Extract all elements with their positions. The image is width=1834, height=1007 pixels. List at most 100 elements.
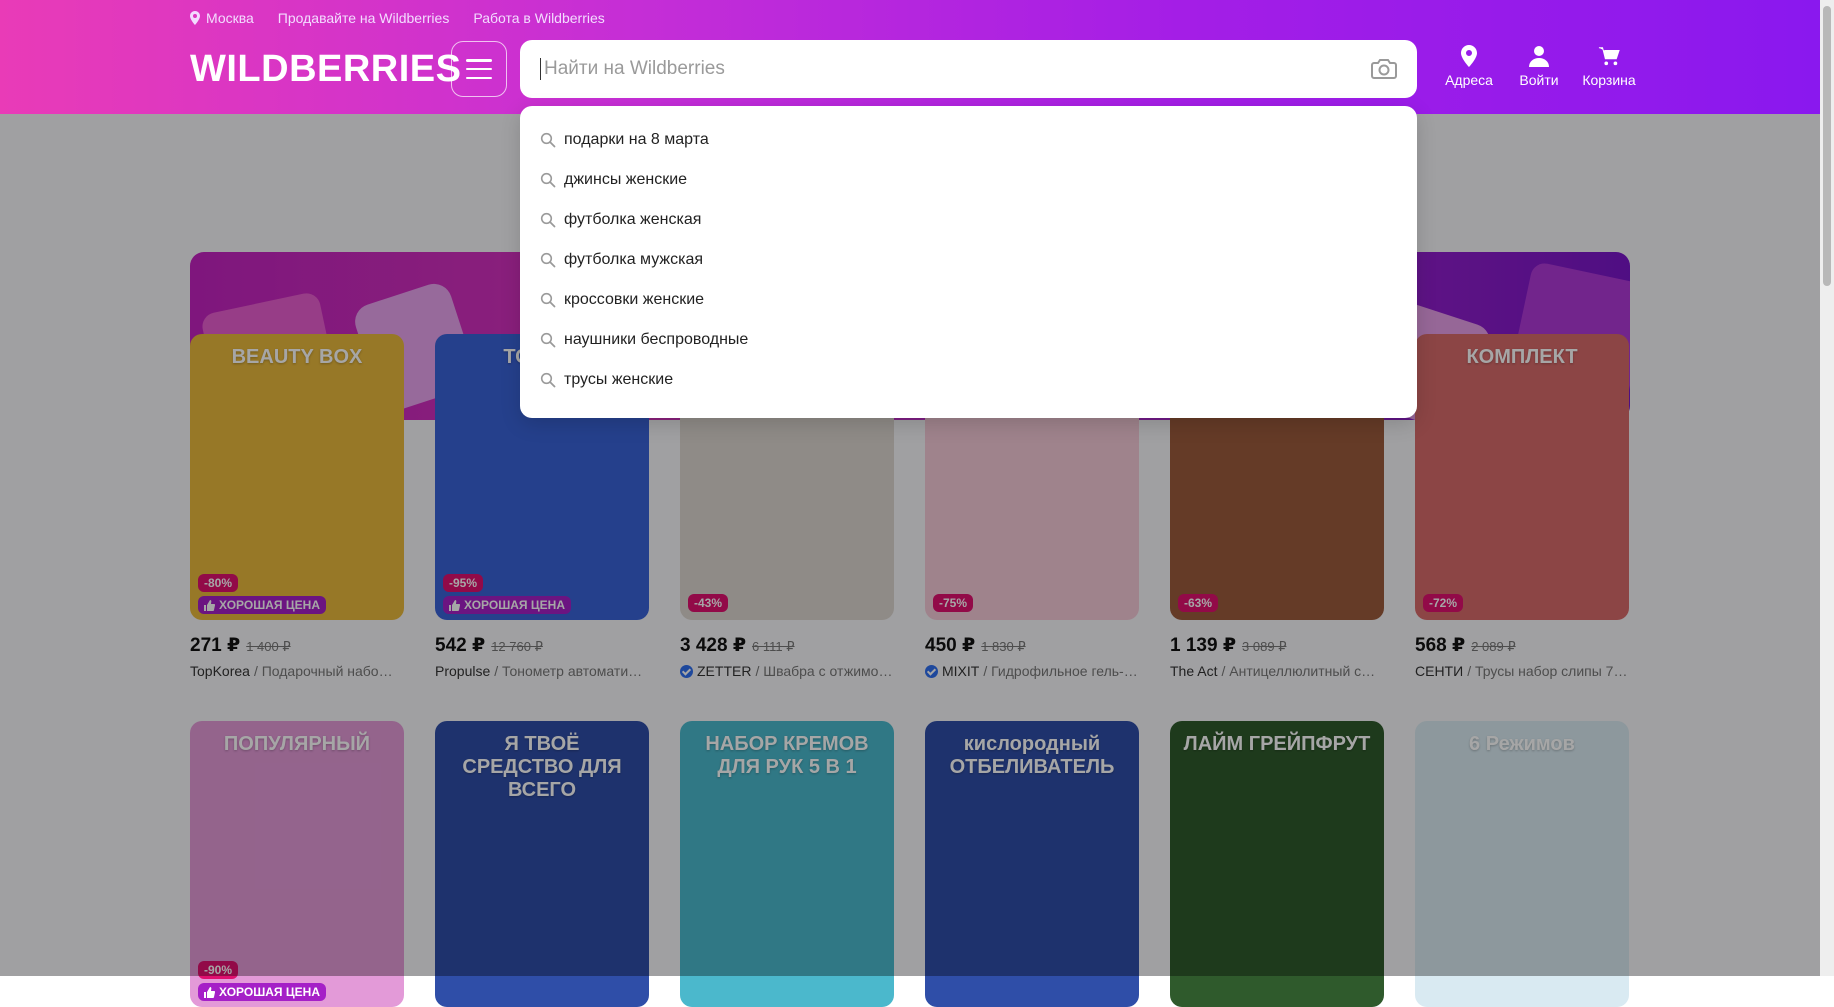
sell-link[interactable]: Продавайте на Wildberries [278, 10, 450, 26]
product-image-headline: кислородный ОТБЕЛИВАТЕЛЬ [949, 733, 1115, 778]
product-name: / Швабра с отжимо… [755, 663, 893, 679]
product-image[interactable]: КОМПЛЕКТ -72% [1415, 334, 1629, 620]
suggestion-text: наушники беспроводные [564, 331, 749, 348]
discount-badge: -43% [688, 594, 729, 612]
addresses-button[interactable]: Адреса [1434, 44, 1504, 88]
topbar: Москва Продавайте на Wildberries Работа … [190, 8, 605, 28]
search-icon [540, 132, 556, 148]
location-label: Москва [206, 10, 254, 26]
suggestion-item[interactable]: трусы женские [520, 360, 1417, 400]
old-price: 3 089 ₽ [1242, 639, 1287, 654]
price-row: 271 ₽ 1 400 ₽ [190, 634, 404, 657]
search-icon [540, 292, 556, 308]
brand-name: Propulse [435, 663, 491, 679]
product-card[interactable]: кислородный ОТБЕЛИВАТЕЛЬ [925, 721, 1139, 1007]
suggestion-item[interactable]: футболка мужская [520, 240, 1417, 280]
verified-icon [925, 664, 938, 678]
price-row: 542 ₽ 12 760 ₽ [435, 634, 649, 657]
hamburger-icon [466, 59, 492, 79]
good-price-badge: ХОРОШАЯ ЦЕНА [198, 983, 326, 1001]
discount-badge: -90% [198, 961, 239, 979]
product-image[interactable]: BEAUTY BOX -80% ХОРОШАЯ ЦЕНА [190, 334, 404, 620]
product-card[interactable]: 6 Режимов [1415, 721, 1629, 1007]
scrollbar-thumb[interactable] [1823, 6, 1831, 286]
old-price: 6 111 ₽ [752, 639, 795, 654]
suggestion-text: кроссовки женские [564, 291, 705, 308]
thumbs-up-icon [204, 599, 215, 611]
good-price-label: ХОРОШАЯ ЦЕНА [219, 598, 320, 612]
user-icon [1529, 46, 1549, 67]
product-card[interactable]: КОМПЛЕКТ -72% 568 ₽ 2 089 ₽ СЕНТИ / Трусы на… [1415, 334, 1629, 679]
search-icon [540, 212, 556, 228]
product-image-headline: BEAUTY BOX [231, 346, 363, 368]
text-caret [540, 58, 541, 80]
suggestion-item[interactable]: кроссовки женские [520, 280, 1417, 320]
product-image[interactable]: Я ТВОЁ СРЕДСТВО ДЛЯ ВСЕГО [435, 721, 649, 1007]
work-link[interactable]: Работа в Wildberries [473, 10, 604, 26]
good-price-badge: ХОРОШАЯ ЦЕНА [198, 596, 326, 614]
price-row: 3 428 ₽ 6 111 ₽ [680, 634, 894, 657]
cart-label: Корзина [1582, 72, 1636, 88]
old-price: 1 830 ₽ [981, 639, 1026, 654]
brand-name: ZETTER [697, 663, 752, 679]
product-image[interactable]: НАБОР КРЕМОВ ДЛЯ РУК 5 В 1 [680, 721, 894, 1007]
header: Москва Продавайте на Wildberries Работа … [0, 0, 1820, 114]
price: 1 139 ₽ [1170, 635, 1237, 656]
product-image[interactable]: ЛАЙМ ГРЕЙПФРУТ [1170, 721, 1384, 1007]
product-image-headline: НАБОР КРЕМОВ ДЛЯ РУК 5 В 1 [705, 733, 869, 778]
cart-button[interactable]: Корзина [1574, 44, 1644, 88]
brand-row[interactable]: СЕНТИ / Трусы набор слипы 7шт [1415, 663, 1629, 679]
suggestion-item[interactable]: футболка женская [520, 200, 1417, 240]
price: 3 428 ₽ [680, 635, 747, 656]
search-suggestions: подарки на 8 марта джинсы женские футболка… [520, 106, 1417, 418]
brand-row[interactable]: ZETTER / Швабра с отжимо… [680, 663, 894, 679]
suggestion-text: подарки на 8 марта [564, 131, 709, 148]
login-label: Войти [1519, 72, 1559, 88]
product-image-headline: ПОПУЛЯРНЫЙ [223, 733, 371, 755]
product-card[interactable]: НАБОР КРЕМОВ ДЛЯ РУК 5 В 1 [680, 721, 894, 1007]
price: 568 ₽ [1415, 635, 1466, 656]
old-price: 1 400 ₽ [246, 639, 291, 654]
product-card[interactable]: ПОПУЛЯРНЫЙ -90% ХОРОШАЯ ЦЕНА [190, 721, 404, 1007]
menu-button[interactable] [451, 41, 507, 97]
discount-badge: -80% [198, 574, 239, 592]
login-button[interactable]: Войти [1504, 44, 1574, 88]
price: 271 ₽ [190, 635, 241, 656]
product-image[interactable]: кислородный ОТБЕЛИВАТЕЛЬ [925, 721, 1139, 1007]
product-name: / Тонометр автомати… [494, 663, 643, 679]
discount-badge: -72% [1423, 594, 1464, 612]
product-name: / Гидрофильное гель-… [983, 663, 1138, 679]
product-image-headline: КОМПЛЕКТ [1466, 346, 1578, 368]
suggestion-item[interactable]: подарки на 8 марта [520, 120, 1417, 160]
product-card[interactable]: Я ТВОЁ СРЕДСТВО ДЛЯ ВСЕГО [435, 721, 649, 1007]
good-price-label: ХОРОШАЯ ЦЕНА [219, 985, 320, 999]
location-link[interactable]: Москва [190, 10, 254, 26]
map-pin-icon [1461, 45, 1477, 67]
cart-icon [1598, 47, 1620, 66]
brand-row[interactable]: TopKorea / Подарочный набо… [190, 663, 404, 679]
product-card[interactable]: ЛАЙМ ГРЕЙПФРУТ [1170, 721, 1384, 1007]
price-row: 450 ₽ 1 830 ₽ [925, 634, 1139, 657]
suggestion-text: футболка женская [564, 211, 702, 228]
brand-row[interactable]: The Act / Антицеллюлитный с… [1170, 663, 1384, 679]
price: 450 ₽ [925, 635, 976, 656]
brand-row[interactable]: Propulse / Тонометр автомати… [435, 663, 649, 679]
suggestion-item[interactable]: джинсы женские [520, 160, 1417, 200]
product-image[interactable]: ПОПУЛЯРНЫЙ -90% ХОРОШАЯ ЦЕНА [190, 721, 404, 1007]
suggestion-text: джинсы женские [564, 171, 688, 188]
search-box[interactable] [520, 40, 1417, 98]
suggestion-item[interactable]: наушники беспроводные [520, 320, 1417, 360]
camera-icon[interactable] [1371, 58, 1397, 80]
scrollbar[interactable] [1820, 0, 1834, 976]
price-row: 568 ₽ 2 089 ₽ [1415, 634, 1629, 657]
logo[interactable]: WILDBERRIES [190, 48, 462, 91]
brand-row[interactable]: MIXIT / Гидрофильное гель-… [925, 663, 1139, 679]
search-icon [540, 172, 556, 188]
verified-icon [680, 664, 693, 678]
product-name: / Трусы набор слипы 7шт [1467, 663, 1629, 679]
search-input[interactable] [542, 57, 1371, 81]
thumbs-up-icon [449, 599, 460, 611]
product-card[interactable]: BEAUTY BOX -80% ХОРОШАЯ ЦЕНА 271 ₽ 1 400 ₽ To… [190, 334, 404, 679]
product-image[interactable]: 6 Режимов [1415, 721, 1629, 1007]
price: 542 ₽ [435, 635, 486, 656]
